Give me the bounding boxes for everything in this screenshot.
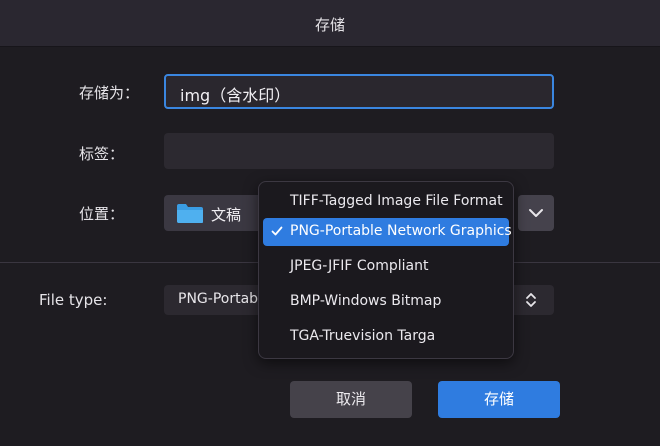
file-type-label: File type: <box>39 291 108 309</box>
menu-item-bmp[interactable]: BMP-Windows Bitmap <box>263 288 509 316</box>
save-dialog: 存储 存储为： img（含水印） 标签： 位置： 文稿 File type: P… <box>0 0 660 446</box>
location-label: 位置： <box>79 205 125 223</box>
file-type-value: PNG-Portabl <box>178 291 262 307</box>
format-dropdown-menu: TIFF-Tagged Image File Format PNG-Portab… <box>258 181 514 359</box>
tags-input[interactable] <box>164 133 554 169</box>
menu-item-label: JPEG-JFIF Compliant <box>290 258 429 274</box>
menu-item-label: PNG-Portable Network Graphics <box>290 223 512 239</box>
save-as-label: 存储为： <box>79 84 140 102</box>
save-button[interactable]: 存储 <box>438 381 560 418</box>
filename-input[interactable]: img（含水印） <box>164 74 554 109</box>
location-select[interactable]: 文稿 <box>164 195 264 231</box>
checkmark-icon <box>271 226 283 236</box>
tags-label: 标签： <box>79 145 125 163</box>
title-bar: 存储 <box>0 0 660 47</box>
menu-item-label: TIFF-Tagged Image File Format <box>290 193 503 209</box>
folder-icon <box>177 204 203 223</box>
menu-item-label: TGA-Truevision Targa <box>290 328 436 344</box>
menu-item-label: BMP-Windows Bitmap <box>290 293 442 309</box>
up-down-arrows-icon[interactable] <box>520 290 542 310</box>
menu-item-jpeg[interactable]: JPEG-JFIF Compliant <box>263 253 509 281</box>
menu-item-tiff[interactable]: TIFF-Tagged Image File Format <box>263 188 509 216</box>
chevron-down-icon <box>529 209 543 217</box>
dialog-title: 存储 <box>314 16 345 34</box>
expand-location-button[interactable] <box>518 195 554 231</box>
menu-item-tga[interactable]: TGA-Truevision Targa <box>263 323 509 351</box>
filename-value: img（含水印） <box>180 86 291 105</box>
menu-item-png[interactable]: PNG-Portable Network Graphics <box>263 218 512 246</box>
cancel-button[interactable]: 取消 <box>290 381 412 418</box>
location-value: 文稿 <box>211 206 242 224</box>
